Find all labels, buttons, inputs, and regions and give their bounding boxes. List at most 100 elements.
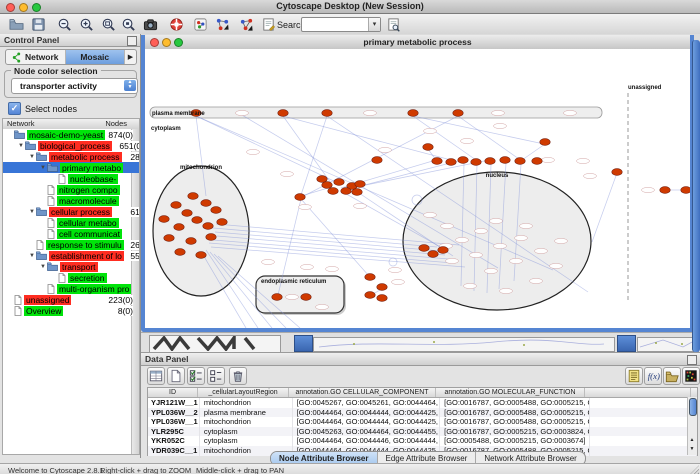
tree-item-label: cell communicat (57, 229, 122, 239)
edit-network-2-button[interactable] (238, 15, 256, 33)
unselect-all-attributes-icon (209, 369, 223, 383)
table-row[interactable]: YPL036W__2plasma membrane[GO:0044464, GO… (148, 408, 697, 418)
node-label-chip (236, 110, 249, 115)
table-cell: [GO:0016787, GO:0005488, GO:0005215, G..… (440, 408, 589, 418)
float-data-panel-icon[interactable] (687, 355, 697, 365)
tab-network[interactable]: Network (6, 50, 66, 64)
matrix-button[interactable] (682, 367, 700, 385)
node-label-chip (354, 203, 367, 208)
enhanced-search-button[interactable] (385, 15, 403, 33)
table-row[interactable]: YPL036W__1mitochondrion[GO:0044464, GO:0… (148, 417, 697, 427)
table-scrollbar-arrows[interactable]: ▲▼ (688, 436, 696, 454)
network-node (186, 238, 196, 245)
region-label-mitochondrion: mitochondrion (180, 165, 222, 171)
tree-item-primary-metabo[interactable]: ▼primary metabo209(... (3, 162, 140, 173)
attribute-table-button[interactable] (147, 367, 165, 385)
zoom-out-button[interactable] (56, 15, 74, 33)
network-node (423, 144, 433, 151)
node-color-dropdown[interactable]: transporter activity ▲▼ (11, 78, 138, 94)
column-header[interactable]: annotation.GO CELLULAR_COMPONENT (289, 388, 436, 397)
attribute-list-button[interactable] (625, 367, 643, 385)
tree-item-multi-organism-pro[interactable]: multi-organism pro42(0) (3, 283, 140, 294)
tree-item-mosaic-demo-yeast[interactable]: mosaic-demo-yeast874(0) (3, 129, 135, 140)
tree-item-cellular-process[interactable]: ▼cellular process614(0) (3, 206, 140, 217)
table-row[interactable]: YLR295Ccytoplasm[GO:0045263, GO:0044464,… (148, 427, 697, 437)
tab-mosaic[interactable]: Mosaic (66, 50, 126, 64)
resize-grip-icon[interactable] (690, 465, 699, 474)
column-header[interactable]: annotation.GO MOLECULAR_FUNCTION (436, 388, 585, 397)
function-builder-button[interactable]: f(x) (644, 367, 662, 385)
tree-item-establishment-of-lo[interactable]: ▼establishment of lo558(0) (3, 250, 140, 261)
unselect-all-attributes-button[interactable] (207, 367, 225, 385)
tree-item-macromolecule[interactable]: macromolecule311(0) (3, 195, 140, 206)
tree-item-nitrogen-compo[interactable]: nitrogen compo209(0) (3, 184, 140, 195)
folder-icon (47, 262, 58, 271)
expand-arrow-icon[interactable]: ▼ (17, 143, 25, 149)
select-all-attributes-button[interactable] (187, 367, 205, 385)
tree-item-cellular-metabo[interactable]: cellular metabo209(0) (3, 217, 140, 228)
tree-item-secretion[interactable]: secretion41(0) (3, 272, 140, 283)
help-button[interactable] (168, 15, 186, 33)
expand-arrow-icon[interactable]: ▼ (28, 209, 36, 215)
node-label-chip (510, 258, 523, 263)
search-input[interactable]: ▾ (301, 17, 381, 32)
tree-item-response-to-stimulu[interactable]: response to stimulu264(0) (3, 239, 140, 250)
open-file-button[interactable] (8, 15, 26, 33)
delete-attribute-button[interactable] (229, 367, 247, 385)
zoom-out-icon (57, 17, 72, 32)
save-button[interactable] (30, 15, 48, 33)
network-window-titlebar[interactable]: primary metabolic process (145, 35, 690, 50)
expand-arrow-icon[interactable]: ▼ (28, 154, 36, 160)
column-header[interactable]: _cellularLayoutRegion (198, 388, 289, 397)
tree-item-unassigned[interactable]: unassigned223(0) (3, 294, 135, 305)
main-toolbar: Search: ▾ (0, 14, 700, 35)
zoom-in-button[interactable] (78, 15, 96, 33)
network-node (211, 207, 221, 214)
network-desktop: primary metabolic process plasma membran… (141, 34, 700, 352)
tabs-overflow-button[interactable]: ▶ (125, 50, 136, 64)
table-scrollbar-thumb[interactable] (689, 398, 697, 416)
select-nodes-checkbox[interactable]: ✓ (8, 102, 21, 115)
network-node (681, 187, 690, 194)
edit-network-1-button[interactable] (214, 15, 232, 33)
node-label-chip (564, 110, 577, 115)
table-row[interactable]: YKR052Ccytoplasm[GO:0044464, GO:0044446,… (148, 436, 697, 446)
zoom-selected-button[interactable] (120, 15, 138, 33)
network-canvas[interactable]: plasma membranecytoplasmmitochondrionnuc… (145, 49, 690, 328)
tree-item-metabolic-process[interactable]: ▼metabolic process280(0) (3, 151, 140, 162)
search-dropdown-arrow[interactable]: ▾ (368, 18, 380, 31)
table-scrollbar[interactable]: ▲▼ (687, 397, 697, 455)
network-node (272, 294, 282, 301)
zoom-fit-icon (101, 17, 116, 32)
create-attribute-button[interactable] (167, 367, 185, 385)
tree-item-label: nitrogen compo (57, 185, 120, 195)
column-header[interactable] (585, 388, 691, 397)
annotation-button[interactable] (260, 15, 278, 33)
zoom-fit-button[interactable] (100, 15, 118, 33)
node-count: 874(0) (107, 130, 133, 140)
network-node (612, 169, 622, 176)
tree-item-biological-process[interactable]: ▼biological_process651(0) (3, 140, 140, 151)
column-header[interactable]: ID (148, 388, 198, 397)
desktop-scrollbar[interactable] (692, 40, 700, 352)
vizmapper-button[interactable] (192, 15, 210, 33)
expand-arrow-icon[interactable]: ▼ (39, 165, 47, 171)
network-node (175, 249, 185, 256)
tree-item-label: secretion (68, 273, 107, 283)
snapshot-button[interactable] (142, 15, 160, 33)
expand-arrow-icon[interactable]: ▼ (28, 253, 36, 259)
network-node (500, 157, 510, 164)
float-panel-icon[interactable] (127, 36, 137, 46)
tree-item-cell-communicat[interactable]: cell communicat22(0) (3, 228, 140, 239)
table-row[interactable]: YJR121W__1mitochondrion[GO:0045267, GO:0… (148, 398, 697, 408)
import-attributes-button[interactable] (663, 367, 681, 385)
data-panel-toolbar: f(x) (141, 366, 700, 387)
file-icon (47, 196, 55, 206)
network-node (174, 224, 184, 231)
expand-arrow-icon[interactable]: ▼ (39, 264, 47, 270)
tree-item-label: establishment of lo (49, 251, 124, 261)
folder-icon (14, 130, 25, 139)
tree-item-transport[interactable]: ▼transport558(0) (3, 261, 140, 272)
tree-item-nucleobase-[interactable]: nucleobase-209(0) (3, 173, 140, 184)
tree-item-overview[interactable]: Overview8(0) (3, 305, 135, 316)
